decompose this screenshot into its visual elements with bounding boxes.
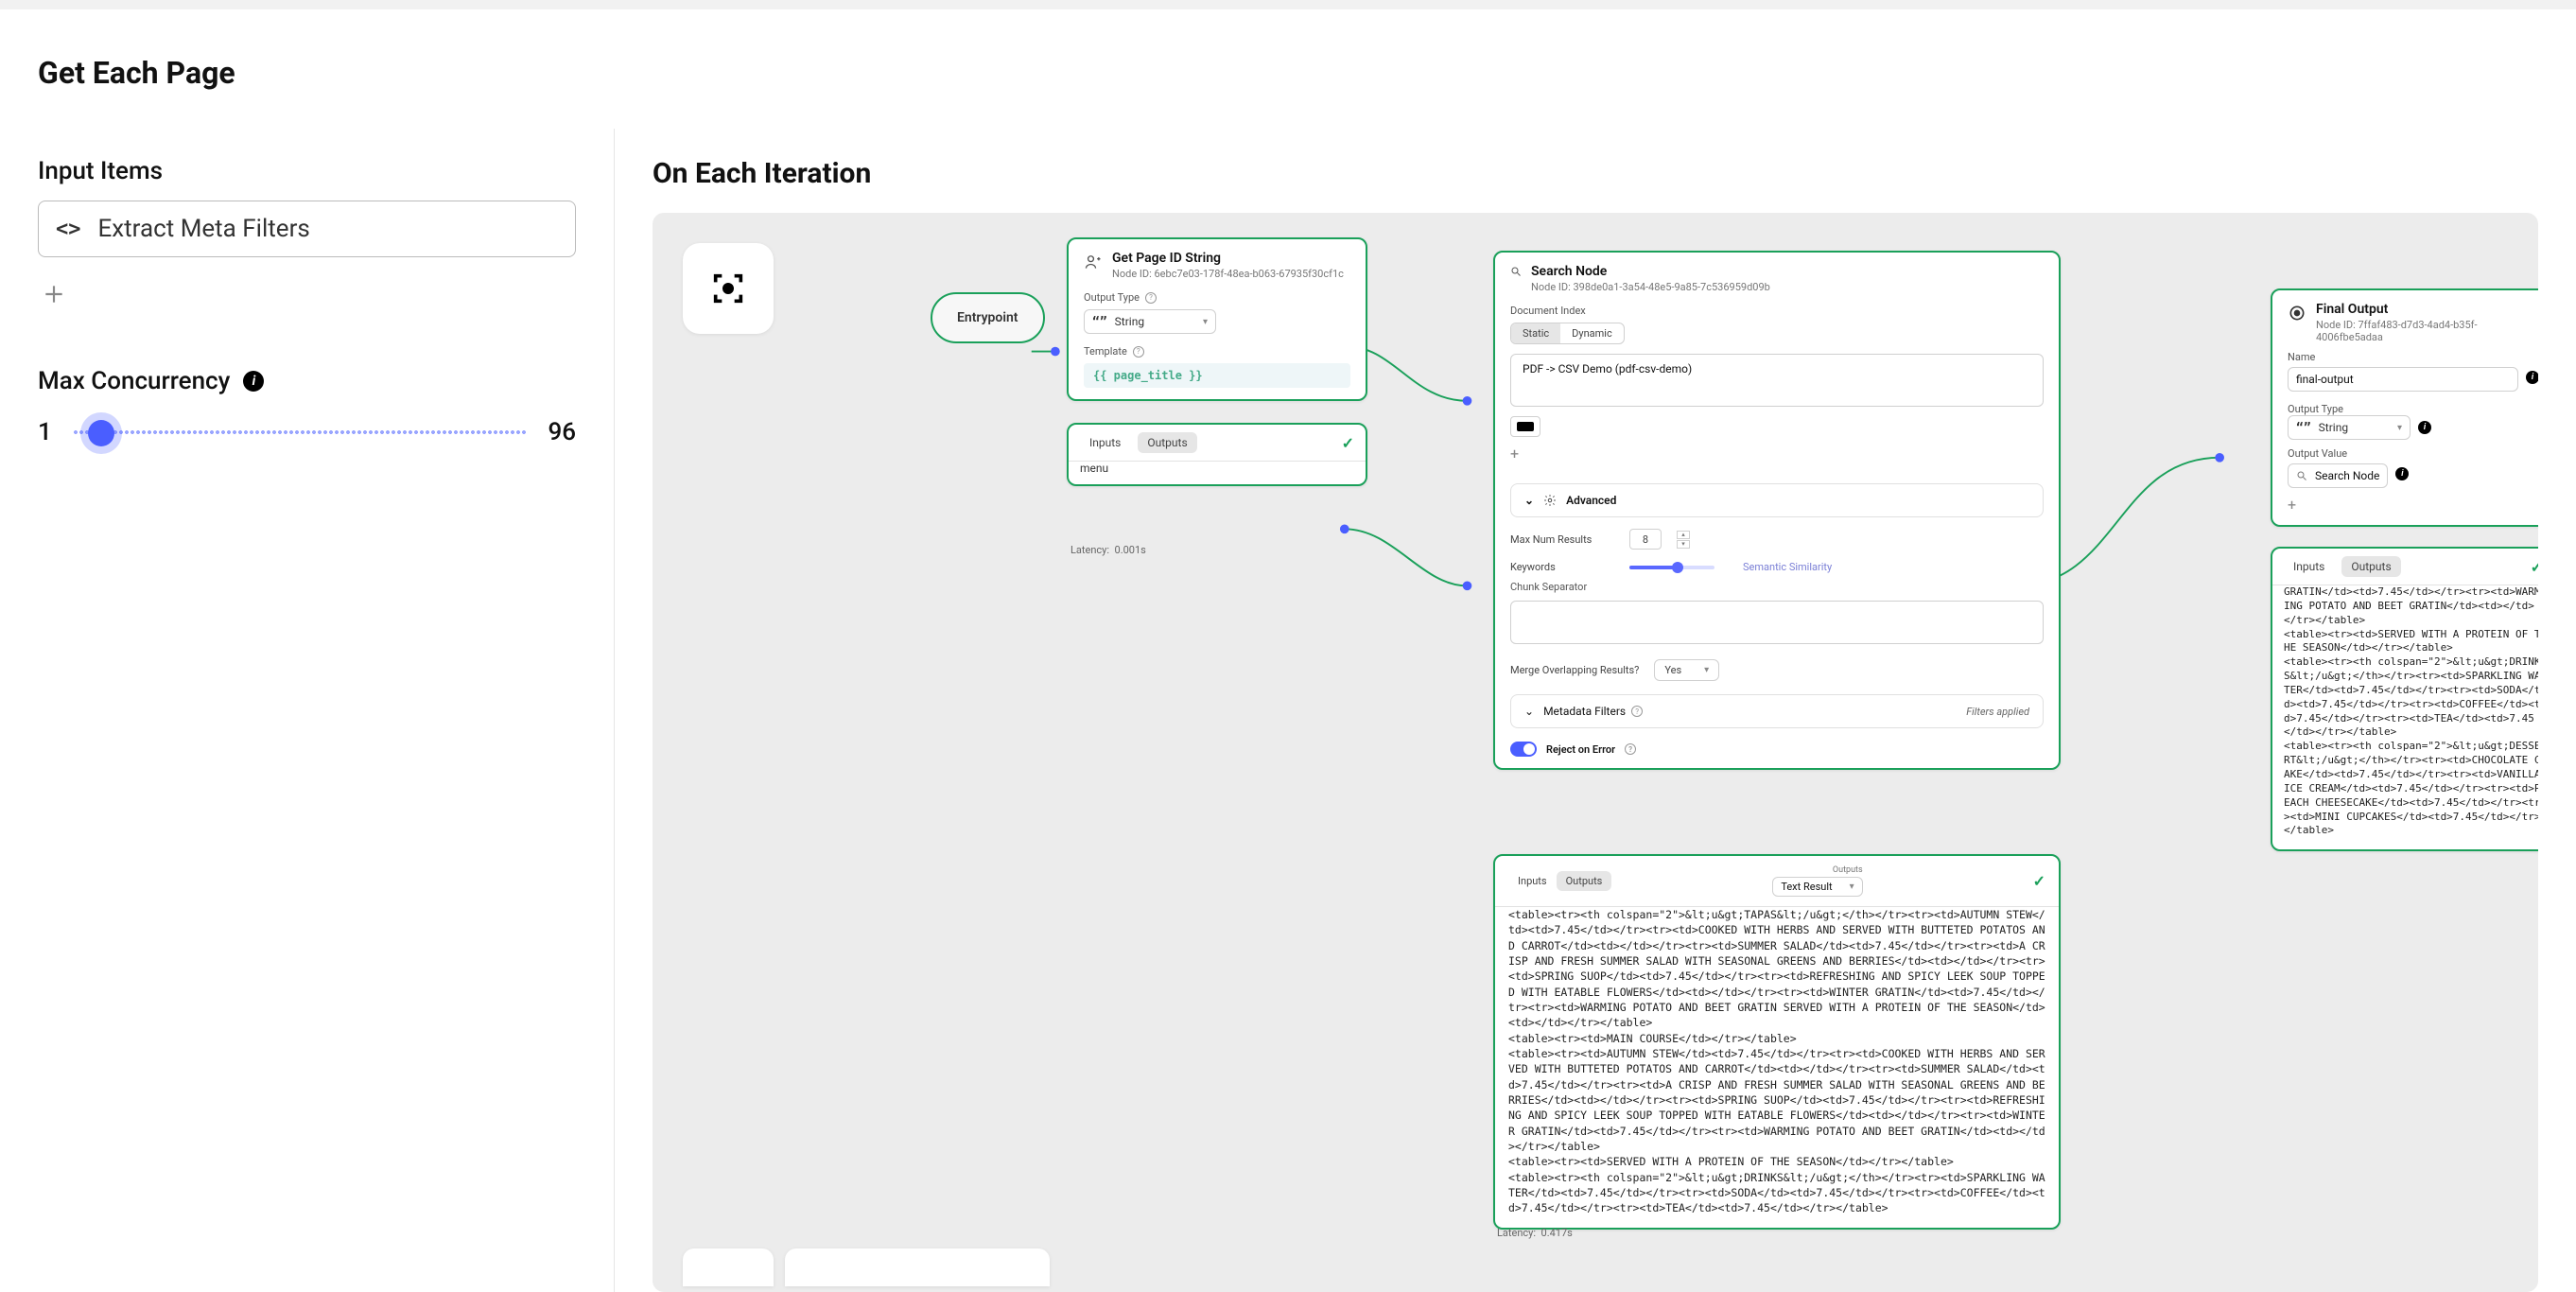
name-label: Name bbox=[2288, 351, 2538, 363]
add-output-value-button[interactable]: + bbox=[2288, 496, 2538, 514]
input-items-value: Extract Meta Filters bbox=[98, 215, 310, 243]
results-text: <table><tr><th colspan="2">&lt;u&gt;TAPA… bbox=[1495, 907, 2059, 1228]
entrypoint-label: Entrypoint bbox=[957, 310, 1018, 325]
tab-outputs[interactable]: Outputs bbox=[1557, 871, 1612, 891]
output-value-label: Output Value bbox=[2288, 447, 2538, 460]
doc-index-label: Document Index bbox=[1510, 305, 2044, 317]
chevron-down-icon: ⌄ bbox=[1524, 494, 1534, 507]
output-content: menu bbox=[1069, 462, 1366, 484]
max-results-stepper[interactable]: ▴▾ bbox=[1677, 531, 1690, 549]
chevron-down-icon: ▾ bbox=[1704, 665, 1709, 675]
advanced-toggle[interactable]: ⌄ Advanced bbox=[1510, 483, 2044, 517]
check-icon: ✓ bbox=[2033, 872, 2045, 890]
output-type-label: Output Type bbox=[1084, 291, 1140, 304]
reject-on-error-toggle[interactable] bbox=[1510, 742, 1537, 757]
workflow-canvas[interactable]: Entrypoint Get Page ID String Node ID: 6… bbox=[653, 213, 2538, 1292]
node-get-page-id-output[interactable]: Inputs Outputs ✓ menu bbox=[1067, 423, 1367, 486]
info-icon[interactable]: i bbox=[2418, 421, 2431, 434]
search-icon bbox=[1510, 266, 1522, 277]
chevron-down-icon: ▾ bbox=[2397, 423, 2402, 433]
help-icon[interactable]: ? bbox=[1625, 743, 1636, 755]
metadata-filters-toggle[interactable]: ⌄ Metadata Filters ? Filters applied bbox=[1510, 694, 2044, 728]
help-icon[interactable]: ? bbox=[1145, 292, 1157, 304]
max-results-label: Max Num Results bbox=[1510, 533, 1614, 546]
input-items-label: Input Items bbox=[38, 157, 576, 185]
name-input[interactable]: final-output bbox=[2288, 367, 2518, 392]
info-icon[interactable]: i bbox=[2395, 467, 2409, 480]
tab-outputs[interactable]: Outputs bbox=[1138, 432, 1196, 453]
template-label: Template bbox=[1084, 345, 1127, 358]
chevron-down-icon: ▾ bbox=[1203, 317, 1208, 327]
info-icon[interactable]: i bbox=[243, 371, 264, 392]
slider-thumb[interactable] bbox=[88, 420, 114, 446]
output-type-select[interactable]: “”String ▾ bbox=[1084, 309, 1216, 334]
user-icon bbox=[1084, 253, 1103, 271]
seg-static[interactable]: Static bbox=[1511, 323, 1560, 343]
similarity-label: Semantic Similarity bbox=[1743, 561, 1832, 573]
chunk-sep-input[interactable] bbox=[1510, 601, 2044, 644]
node-title: Final Output bbox=[2316, 302, 2538, 317]
node-title: Search Node bbox=[1531, 264, 1770, 279]
entrypoint-node[interactable]: Entrypoint bbox=[931, 292, 1045, 343]
chevron-down-icon: ▾ bbox=[1850, 882, 1854, 892]
reject-label: Reject on Error bbox=[1546, 743, 1615, 756]
node-title: Get Page ID String bbox=[1112, 251, 1344, 266]
add-input-button[interactable] bbox=[38, 278, 70, 310]
output-type-label: Output Type bbox=[2288, 403, 2538, 415]
target-icon bbox=[2288, 304, 2306, 323]
slider-min: 1 bbox=[38, 418, 52, 446]
slider-max: 96 bbox=[548, 418, 576, 446]
code-icon: <> bbox=[56, 218, 81, 241]
slider-track[interactable] bbox=[73, 429, 528, 435]
node-get-page-id[interactable]: Get Page ID String Node ID: 6ebc7e03-178… bbox=[1067, 237, 1367, 401]
tab-inputs[interactable]: Inputs bbox=[1508, 871, 1557, 891]
add-doc-button[interactable]: + bbox=[1510, 445, 2044, 463]
tab-outputs[interactable]: Outputs bbox=[2341, 556, 2400, 577]
doc-badge[interactable] bbox=[1510, 416, 1540, 437]
gear-icon bbox=[1543, 494, 1557, 507]
chevron-down-icon: ⌄ bbox=[1524, 705, 1534, 718]
info-icon[interactable]: i bbox=[2526, 371, 2538, 384]
doc-index-value[interactable]: PDF -> CSV Demo (pdf-csv-demo) bbox=[1510, 354, 2044, 407]
outputs-dropdown-label: Outputs bbox=[1833, 865, 1863, 875]
add-node-button[interactable] bbox=[683, 1248, 774, 1286]
chunk-sep-label: Chunk Separator bbox=[1510, 581, 2044, 593]
help-icon[interactable]: ? bbox=[1133, 346, 1144, 358]
check-icon: ✓ bbox=[1342, 434, 1354, 452]
page-title: Get Each Page bbox=[38, 55, 2538, 91]
node-final-output-result[interactable]: Inputs Outputs ✓ GRATIN</td><td>7.45</td… bbox=[2271, 547, 2538, 851]
iteration-title: On Each Iteration bbox=[615, 157, 2538, 190]
config-panel: Input Items <> Extract Meta Filters Max … bbox=[0, 129, 615, 1292]
max-concurrency-label: Max Concurrency bbox=[38, 367, 230, 395]
recenter-button[interactable] bbox=[683, 243, 774, 334]
template-input[interactable]: {{ page_title }} bbox=[1084, 363, 1350, 388]
node-search-output[interactable]: Inputs Outputs Outputs Text Result ▾ ✓ <… bbox=[1493, 854, 2061, 1230]
merge-select[interactable]: Yes ▾ bbox=[1654, 659, 1719, 681]
doc-index-mode[interactable]: Static Dynamic bbox=[1510, 323, 1625, 344]
meta-status: Filters applied bbox=[1966, 706, 2029, 718]
check-icon: ✓ bbox=[2531, 558, 2538, 576]
keywords-label: Keywords bbox=[1510, 561, 1614, 573]
output-value-input[interactable]: Search Node bbox=[2288, 463, 2388, 488]
seg-dynamic[interactable]: Dynamic bbox=[1560, 323, 1624, 343]
output-type-select[interactable]: “”String ▾ bbox=[2288, 415, 2411, 440]
canvas-footer-card[interactable] bbox=[785, 1248, 1050, 1286]
max-results-input[interactable]: 8 bbox=[1629, 529, 1662, 550]
input-items-field[interactable]: <> Extract Meta Filters bbox=[38, 201, 576, 257]
relevance-slider[interactable] bbox=[1629, 566, 1714, 569]
search-icon bbox=[2296, 470, 2307, 481]
node-search[interactable]: Search Node Node ID: 398de0a1-3a54-48e5-… bbox=[1493, 251, 2061, 770]
merge-label: Merge Overlapping Results? bbox=[1510, 664, 1639, 676]
concurrency-slider[interactable]: 1 96 bbox=[38, 418, 576, 446]
outputs-dropdown[interactable]: Text Result ▾ bbox=[1772, 877, 1862, 897]
tab-inputs[interactable]: Inputs bbox=[1080, 432, 1130, 453]
final-results-text: GRATIN</td><td>7.45</td></tr><tr><td>WAR… bbox=[2272, 585, 2538, 849]
node-final-output[interactable]: Final Output Node ID: 7ffaf483-d7d3-4ad4… bbox=[2271, 288, 2538, 527]
help-icon[interactable]: ? bbox=[1631, 706, 1643, 717]
tab-inputs[interactable]: Inputs bbox=[2284, 556, 2334, 577]
